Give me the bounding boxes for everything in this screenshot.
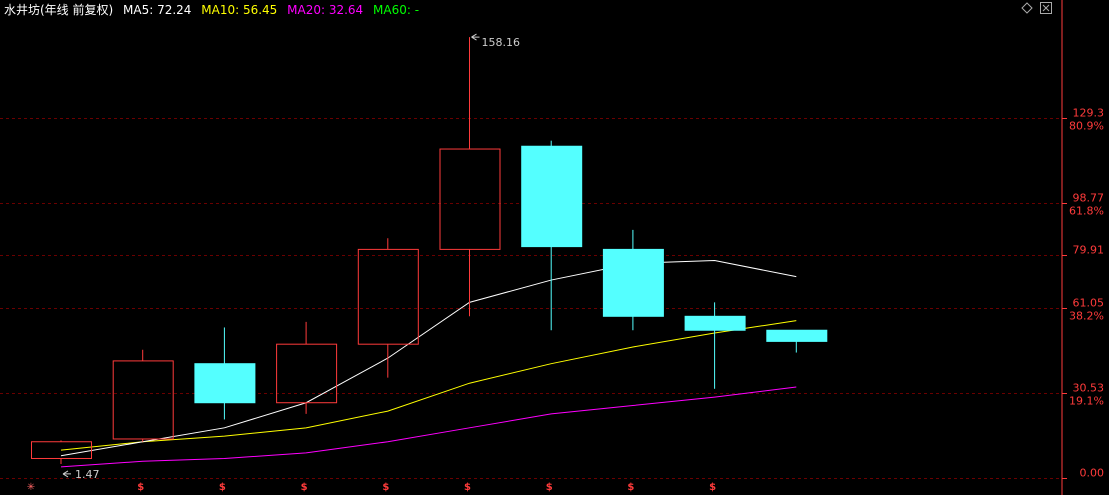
annotations: 158.16 1.47 (62, 33, 521, 481)
chart-title: 水井坊(年线 前复权) (4, 3, 114, 17)
candlestick-chart: 129.380.9% 98.7761.8% 79.91 61.0538.2% 30.53… (0, 0, 1105, 495)
tick-label: 30.53 (1073, 382, 1105, 395)
tick-pct-label: 61.8% (1069, 205, 1104, 218)
diamond-icon[interactable] (1021, 2, 1033, 14)
candle-body (194, 363, 256, 404)
max-label: 158.16 (482, 36, 521, 49)
dividend-marker: $ (709, 482, 716, 493)
dividend-marker: $ (464, 482, 471, 493)
candle-body (112, 360, 174, 440)
ma20-line (60, 386, 797, 468)
dividend-marker: $ (137, 482, 144, 493)
tick-label: 79.91 (1073, 244, 1105, 257)
ma10-line (60, 320, 797, 451)
dividend-marker: $ (546, 482, 553, 493)
ma5-line (60, 260, 797, 457)
dividend-marker: $ (219, 482, 226, 493)
tick-pct-label: 38.2% (1069, 310, 1104, 323)
candle-body (684, 315, 746, 331)
moving-average-lines (60, 260, 797, 468)
candle-body (602, 248, 664, 317)
tick-pct-label: 19.1% (1069, 395, 1104, 408)
candle-body (357, 248, 419, 345)
ma5-label: MA5: 72.24 (123, 3, 192, 17)
dividend-markers: ✳ $ $ $ $ $ $ $ $ (27, 482, 716, 493)
tick-pct-label: 80.9% (1069, 120, 1104, 133)
tick-label: 98.77 (1073, 192, 1105, 205)
max-arrow (471, 33, 480, 41)
dividend-marker: $ (382, 482, 389, 493)
ma10-label: MA10: 56.45 (201, 3, 278, 17)
chart-header: 水井坊(年线 前复权) MA5: 72.24 MA10: 56.45 MA20:… (4, 2, 425, 18)
split-marker: ✳ (27, 482, 35, 493)
ma20-label: MA20: 32.64 (287, 3, 364, 17)
tick-label: 61.05 (1073, 297, 1105, 310)
tick-label: 129.3 (1073, 107, 1105, 120)
close-icon[interactable] (1040, 2, 1052, 14)
candle-body (439, 148, 501, 250)
tick-label: 0.00 (1080, 467, 1105, 480)
candle-body (521, 145, 583, 248)
dividend-marker: $ (627, 482, 634, 493)
dividend-marker: $ (301, 482, 308, 493)
ma60-label: MA60: - (373, 3, 420, 17)
price-axis: 129.380.9% 98.7761.8% 79.91 61.0538.2% 30.53… (1061, 0, 1105, 495)
min-label: 1.47 (75, 468, 100, 481)
candles (31, 37, 828, 465)
min-arrow (62, 470, 71, 478)
candle-body (766, 329, 828, 342)
